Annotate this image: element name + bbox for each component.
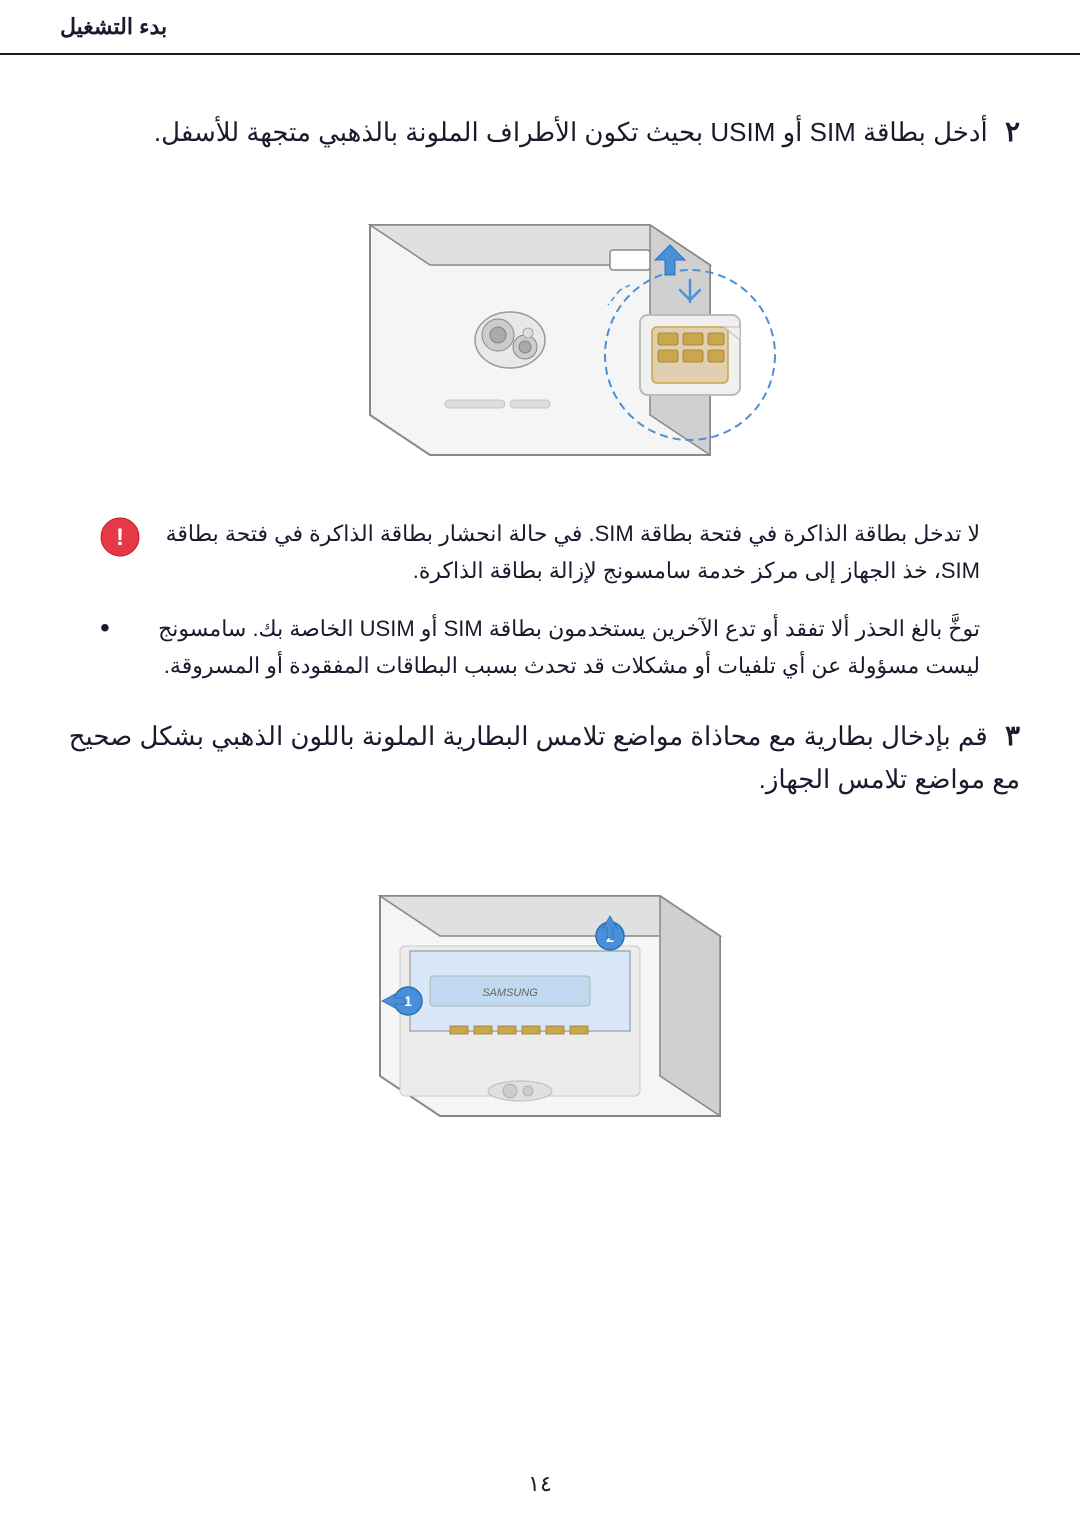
step-2-number: ٢: [1005, 116, 1020, 147]
battery-insertion-diagram: SAMSUNG 1 2: [260, 821, 820, 1131]
step-3-text: قم بإدخال بطارية مع محاذاة مواضع تلامس ا…: [69, 721, 1020, 794]
step-3-heading: ٣ قم بإدخال بطارية مع محاذاة مواضع تلامس…: [60, 714, 1020, 800]
step-2-text: أدخل بطاقة SIM أو USIM بحيث تكون الأطراف…: [154, 117, 988, 147]
step-3-illustration: SAMSUNG 1 2: [60, 821, 1020, 1131]
warning-icon: !: [100, 517, 140, 557]
step-2-heading: ٢ أدخل بطاقة SIM أو USIM بحيث تكون الأطر…: [60, 110, 1020, 155]
bullets-section: لا تدخل بطاقة الذاكرة في فتحة بطاقة SIM.…: [60, 515, 1020, 685]
regular-bullet-text: توخَّ بالغ الحذر ألا تفقد أو تدع الآخرين…: [125, 610, 980, 685]
regular-bullet-item: توخَّ بالغ الحذر ألا تفقد أو تدع الآخرين…: [100, 610, 980, 685]
svg-text:!: !: [116, 524, 124, 551]
header-bar: بدء التشغيل: [0, 0, 1080, 55]
main-content: ٢ أدخل بطاقة SIM أو USIM بحيث تكون الأطر…: [60, 110, 1020, 1131]
header-title: بدء التشغيل: [60, 14, 167, 40]
warning-bullet-item: لا تدخل بطاقة الذاكرة في فتحة بطاقة SIM.…: [100, 515, 980, 590]
step-3-number: ٣: [1005, 720, 1020, 751]
svg-text:SAMSUNG: SAMSUNG: [482, 987, 538, 999]
page-number: ١٤: [528, 1471, 552, 1497]
warning-bullet-text: لا تدخل بطاقة الذاكرة في فتحة بطاقة SIM.…: [155, 515, 980, 590]
sim-insertion-diagram: [260, 175, 820, 485]
bullet-point: •: [100, 612, 110, 644]
page-container: بدء التشغيل ٢ أدخل بطاقة SIM أو USIM بحي…: [0, 0, 1080, 1527]
step-2-illustration: [60, 175, 1020, 485]
